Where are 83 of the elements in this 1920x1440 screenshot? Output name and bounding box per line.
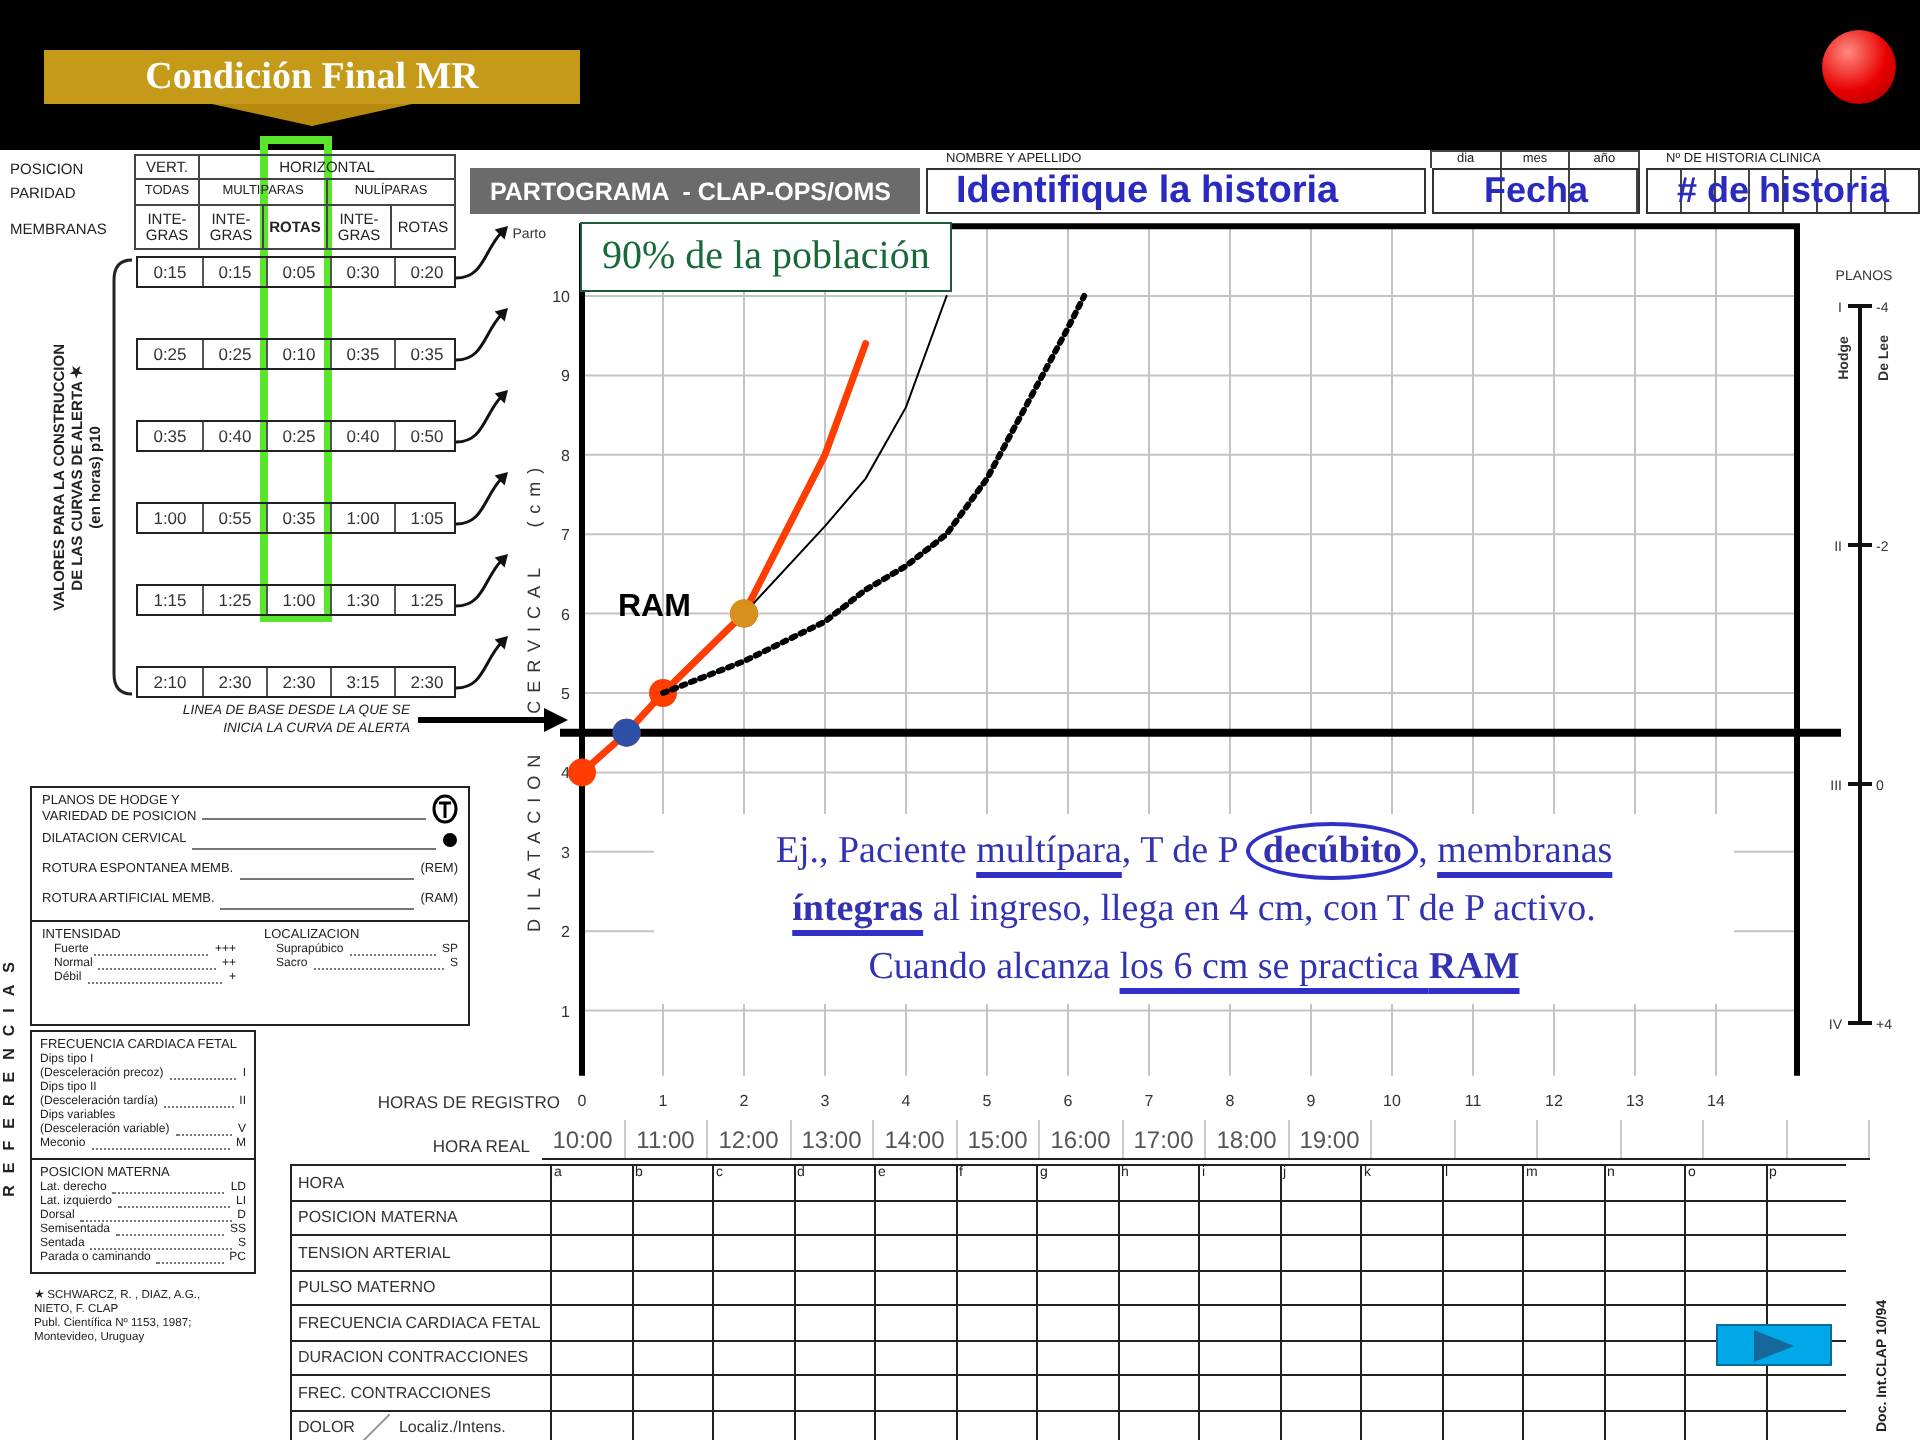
time-cell: 14:00 bbox=[874, 1120, 957, 1158]
x-tick-label: 3 bbox=[820, 1092, 830, 1110]
value-cell: 0:30 bbox=[330, 258, 394, 286]
x-tick-label: 10 bbox=[1383, 1092, 1401, 1110]
time-cell: 10:00 bbox=[542, 1120, 625, 1158]
example-text: Ej., Paciente multípara, T de P decúbito , membranas íntegras al ingreso, llega en 4 cm, con T de P activo. Cuando alcanza los 6 cm se practica RAM bbox=[654, 814, 1734, 1004]
time-cell: 18:00 bbox=[1206, 1120, 1289, 1158]
y-tick-label: 10 bbox=[552, 288, 570, 306]
value-cell: 0:05 bbox=[266, 258, 330, 286]
value-cell: 0:40 bbox=[330, 422, 394, 450]
value-cell: 1:00 bbox=[266, 586, 330, 614]
value-cell: 0:35 bbox=[394, 340, 458, 368]
row-label: TENSION ARTERIAL bbox=[298, 1243, 451, 1262]
value-cell: 0:40 bbox=[202, 422, 266, 450]
value-cell: 1:05 bbox=[394, 504, 458, 532]
value-cell: 0:25 bbox=[202, 340, 266, 368]
title-banner: Condición Final MR bbox=[44, 50, 580, 104]
value-cell: 0:55 bbox=[202, 504, 266, 532]
value-cell-text: 0:15 bbox=[151, 260, 189, 286]
x-tick-label: 14 bbox=[1707, 1092, 1725, 1110]
value-cell: 2:30 bbox=[394, 668, 458, 696]
value-cell: 1:25 bbox=[394, 586, 458, 614]
value-cell: 0:10 bbox=[266, 340, 330, 368]
value-cell: 1:00 bbox=[330, 504, 394, 532]
value-cell-text: 0:25 bbox=[151, 342, 189, 368]
value-cell: 1:25 bbox=[202, 586, 266, 614]
row-label: FRECUENCIA CARDIACA FETAL bbox=[298, 1313, 541, 1332]
x-tick-label: 13 bbox=[1626, 1092, 1644, 1110]
row-label: DURACION CONTRACCIONES bbox=[298, 1348, 529, 1367]
time-cell: 13:00 bbox=[791, 1120, 874, 1158]
time-cell: 15:00 bbox=[957, 1120, 1040, 1158]
value-cell: 0:15 bbox=[202, 258, 266, 286]
value-cell: 0:20 bbox=[394, 258, 458, 286]
value-cell-text: 2:10 bbox=[151, 670, 189, 696]
row-label: PULSO MATERNO bbox=[298, 1278, 436, 1297]
x-tick-label: 5 bbox=[982, 1092, 992, 1110]
y-tick-label: 8 bbox=[561, 446, 570, 465]
row-label: HORA bbox=[298, 1173, 345, 1192]
y-tick-label: 7 bbox=[561, 526, 570, 545]
x-tick-label: 1 bbox=[658, 1092, 668, 1110]
y-tick-label: 3 bbox=[561, 843, 570, 862]
x-tick-label: 6 bbox=[1063, 1092, 1073, 1110]
value-cell: 1:30 bbox=[330, 586, 394, 614]
x-tick-label: 12 bbox=[1545, 1092, 1563, 1110]
y-tick-label: 5 bbox=[561, 685, 570, 703]
y-tick-label: 2 bbox=[561, 923, 570, 942]
y-tick-label: 4 bbox=[561, 764, 570, 783]
time-cell: 17:00 bbox=[1123, 1120, 1206, 1158]
callout-label: 90% de la población bbox=[580, 222, 952, 292]
x-tick-label: 9 bbox=[1306, 1092, 1316, 1110]
time-cell: 12:00 bbox=[708, 1120, 791, 1158]
value-cell: 0:35 bbox=[330, 340, 394, 368]
x-tick-label: 7 bbox=[1144, 1092, 1154, 1110]
value-cell: 3:15 bbox=[330, 668, 394, 696]
row-label: DOLOR bbox=[298, 1418, 355, 1437]
value-cell: 0:25 bbox=[266, 422, 330, 450]
row-label: POSICION MATERNA bbox=[298, 1208, 458, 1227]
y-tick-label: 6 bbox=[561, 605, 570, 624]
value-cell: 0:50 bbox=[394, 422, 458, 450]
value-cell-text: 0:35 bbox=[151, 424, 189, 450]
row-label: HORA REAL bbox=[432, 1136, 530, 1156]
form-title: PARTOGRAMA - CLAP-OPS/OMS bbox=[470, 168, 920, 214]
axis-title: HORAS DE REGISTRO bbox=[377, 1092, 560, 1112]
x-tick-label: 11 bbox=[1464, 1092, 1482, 1110]
time-cell: 11:00 bbox=[625, 1120, 708, 1158]
y-tick-label: 1 bbox=[561, 1002, 570, 1021]
time-cell: 19:00 bbox=[1289, 1120, 1372, 1158]
section-label: REFERENCIAS bbox=[0, 950, 20, 1197]
value-cell: 0:35 bbox=[266, 504, 330, 532]
row-sublabel: Localiz./Intens. bbox=[398, 1418, 506, 1437]
x-tick-label: 4 bbox=[901, 1092, 911, 1110]
value-cell: 2:30 bbox=[202, 668, 266, 696]
time-cell: 16:00 bbox=[1040, 1120, 1123, 1158]
value-cell: 2:30 bbox=[266, 668, 330, 696]
y-tick-label: 9 bbox=[561, 367, 570, 386]
value-cell-text: 1:00 bbox=[151, 506, 189, 532]
axis-title: DILATACION CERVICAL (cm) bbox=[524, 459, 544, 932]
x-tick-label: 0 bbox=[577, 1092, 587, 1110]
value-cell-text: 1:15 bbox=[151, 588, 189, 614]
row-label: FREC. CONTRACCIONES bbox=[298, 1383, 491, 1402]
x-tick-label: 2 bbox=[739, 1092, 749, 1110]
x-tick-label: 8 bbox=[1225, 1092, 1235, 1110]
point-label: RAM bbox=[618, 590, 691, 626]
